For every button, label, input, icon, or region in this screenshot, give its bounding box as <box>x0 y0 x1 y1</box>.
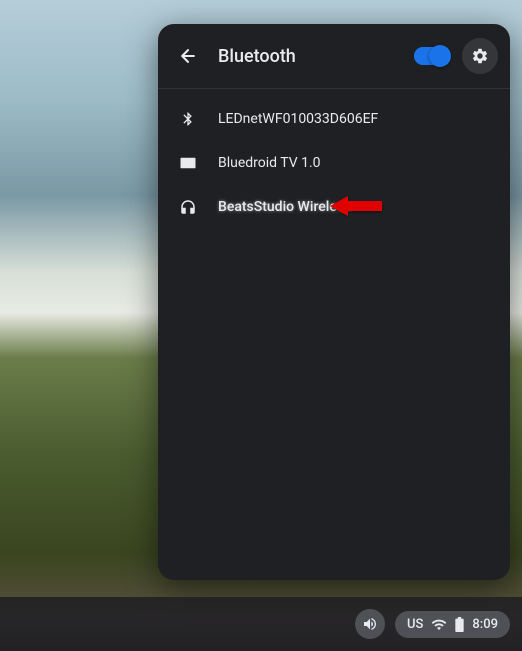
settings-button[interactable] <box>462 38 498 74</box>
panel-header: Bluetooth <box>158 24 510 89</box>
bluetooth-toggle[interactable] <box>414 47 450 65</box>
clock: 8:09 <box>472 617 498 632</box>
back-button[interactable] <box>170 38 206 74</box>
device-name-label: Bluedroid TV 1.0 <box>218 155 321 171</box>
shelf: US 8:09 <box>0 597 522 651</box>
panel-title: Bluetooth <box>218 46 402 67</box>
device-name-label: BeatsStudio Wireless <box>218 199 351 215</box>
device-item-2[interactable]: BeatsStudio Wireless <box>158 185 510 229</box>
battery-icon <box>455 617 464 632</box>
gear-icon <box>471 47 489 65</box>
wifi-icon <box>431 618 447 630</box>
device-item-0[interactable]: LEDnetWF010033D606EF <box>158 97 510 141</box>
device-list: LEDnetWF010033D606EF Bluedroid TV 1.0 Be… <box>158 89 510 237</box>
headphones-icon <box>178 197 198 217</box>
display-icon <box>178 153 198 173</box>
status-tray[interactable]: US 8:09 <box>395 611 510 638</box>
keyboard-indicator: US <box>407 617 423 632</box>
volume-icon <box>362 616 378 632</box>
sound-button[interactable] <box>355 609 385 639</box>
device-item-1[interactable]: Bluedroid TV 1.0 <box>158 141 510 185</box>
arrow-back-icon <box>178 46 198 66</box>
bluetooth-panel: Bluetooth LEDnetWF010033D606EF <box>158 24 510 580</box>
bluetooth-icon <box>178 109 198 129</box>
device-name-label: LEDnetWF010033D606EF <box>218 111 378 127</box>
